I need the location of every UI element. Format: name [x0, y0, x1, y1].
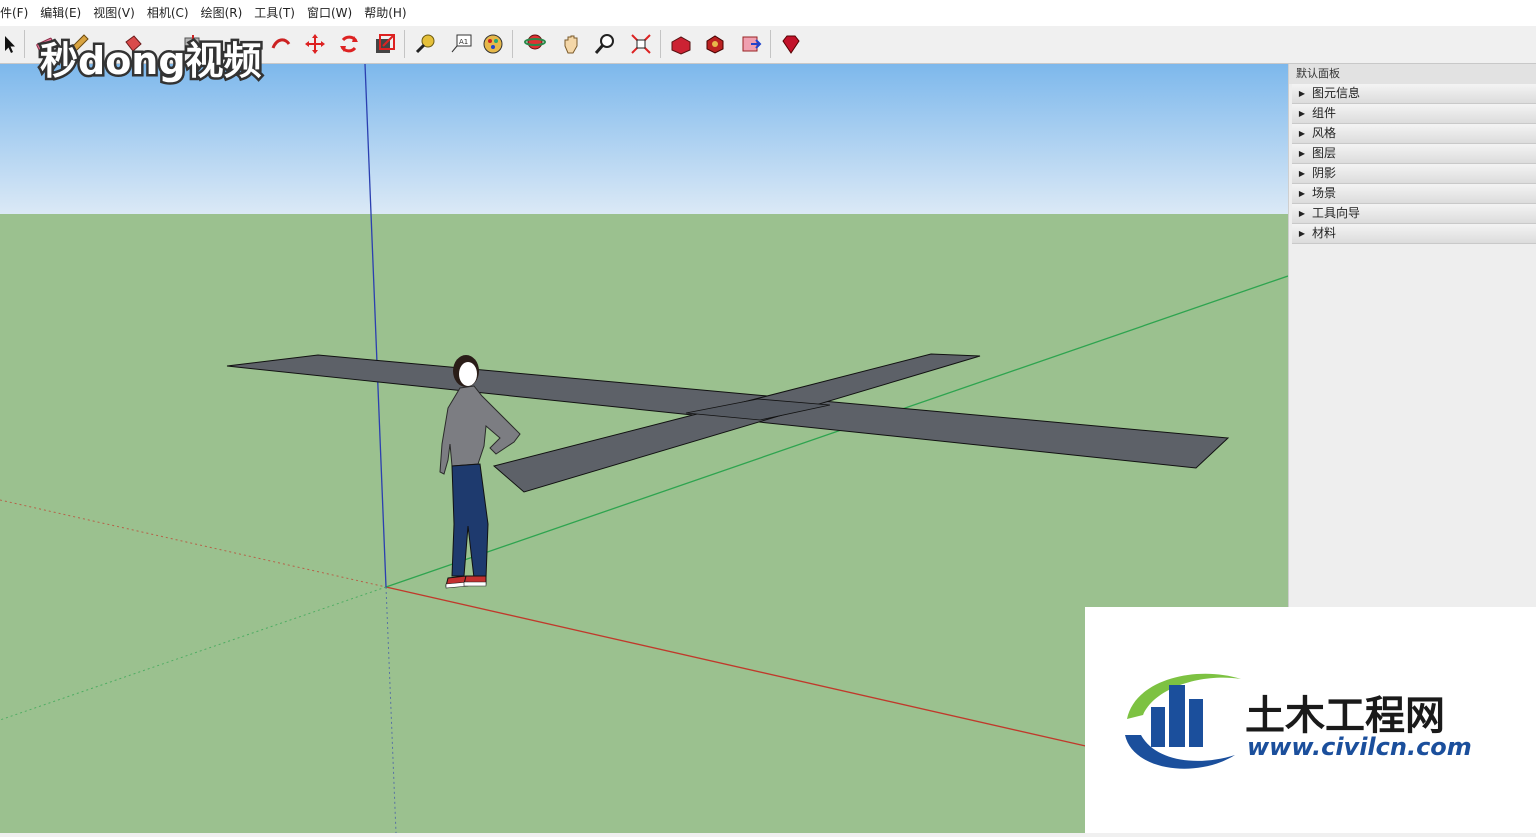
expand-arrow-icon: ▶	[1298, 109, 1306, 118]
menu-help[interactable]: 帮助(H)	[358, 0, 412, 26]
expand-arrow-icon: ▶	[1298, 149, 1306, 158]
expand-arrow-icon: ▶	[1298, 89, 1306, 98]
tray-materials[interactable]: ▶ 材料	[1292, 224, 1536, 244]
tray-scenes[interactable]: ▶ 场景	[1292, 184, 1536, 204]
tray-shadows[interactable]: ▶ 阴影	[1292, 164, 1536, 184]
tray-label: 图层	[1312, 146, 1337, 160]
paint-icon[interactable]	[478, 29, 508, 59]
tray-components[interactable]: ▶ 组件	[1292, 104, 1536, 124]
components-icon[interactable]	[700, 29, 730, 59]
rotate-icon[interactable]	[334, 29, 364, 59]
menu-draw[interactable]: 绘图(R)	[195, 0, 249, 26]
menu-bar: 件(F) 编辑(E) 视图(V) 相机(C) 绘图(R) 工具(T) 窗口(W)…	[0, 0, 1536, 26]
pan-hand-icon[interactable]	[556, 29, 586, 59]
video-watermark-logo: 秒dong视频	[36, 28, 286, 92]
expand-arrow-icon: ▶	[1298, 189, 1306, 198]
menu-camera[interactable]: 相机(C)	[141, 0, 195, 26]
3d-warehouse-icon[interactable]	[666, 29, 696, 59]
panel-title: 默认面板	[1289, 64, 1536, 84]
tray-label: 组件	[1312, 106, 1337, 120]
zoom-extents-icon[interactable]	[626, 29, 656, 59]
tray-label: 场景	[1312, 186, 1337, 200]
site-watermark: 土木工程网 www.civilcn.com	[1085, 607, 1536, 833]
select-arrow-icon[interactable]	[0, 29, 24, 59]
tray-label: 图元信息	[1312, 86, 1361, 100]
move-icon[interactable]	[300, 29, 330, 59]
zoom-icon[interactable]	[590, 29, 620, 59]
civil-logo-icon	[1125, 673, 1241, 769]
menu-tools[interactable]: 工具(T)	[248, 0, 301, 26]
menu-file[interactable]: 件(F)	[0, 0, 34, 26]
watermark-logo-text: 秒dong视频	[40, 39, 262, 83]
tray-styles[interactable]: ▶ 风格	[1292, 124, 1536, 144]
expand-arrow-icon: ▶	[1298, 129, 1306, 138]
tray-instructor[interactable]: ▶ 工具向导	[1292, 204, 1536, 224]
tray-entity-info[interactable]: ▶ 图元信息	[1292, 84, 1536, 104]
text-label-icon[interactable]: A1	[446, 29, 476, 59]
expand-arrow-icon: ▶	[1298, 169, 1306, 178]
scale-icon[interactable]	[370, 29, 400, 59]
menu-view[interactable]: 视图(V)	[87, 0, 141, 26]
tray-label: 风格	[1312, 126, 1337, 140]
orbit-icon[interactable]	[520, 29, 550, 59]
tape-measure-icon[interactable]	[410, 29, 440, 59]
site-url: www.civilcn.com	[1247, 733, 1472, 761]
extension-warehouse-icon[interactable]	[736, 29, 766, 59]
menu-edit[interactable]: 编辑(E)	[34, 0, 87, 26]
ruby-icon[interactable]	[776, 29, 806, 59]
expand-arrow-icon: ▶	[1298, 209, 1306, 218]
expand-arrow-icon: ▶	[1298, 229, 1306, 238]
menu-window[interactable]: 窗口(W)	[301, 0, 358, 26]
tray-label: 阴影	[1312, 166, 1337, 180]
tray-label: 工具向导	[1312, 206, 1361, 220]
text-label-glyph: A1	[459, 38, 468, 46]
tray-label: 材料	[1312, 226, 1337, 240]
tray-layers[interactable]: ▶ 图层	[1292, 144, 1536, 164]
